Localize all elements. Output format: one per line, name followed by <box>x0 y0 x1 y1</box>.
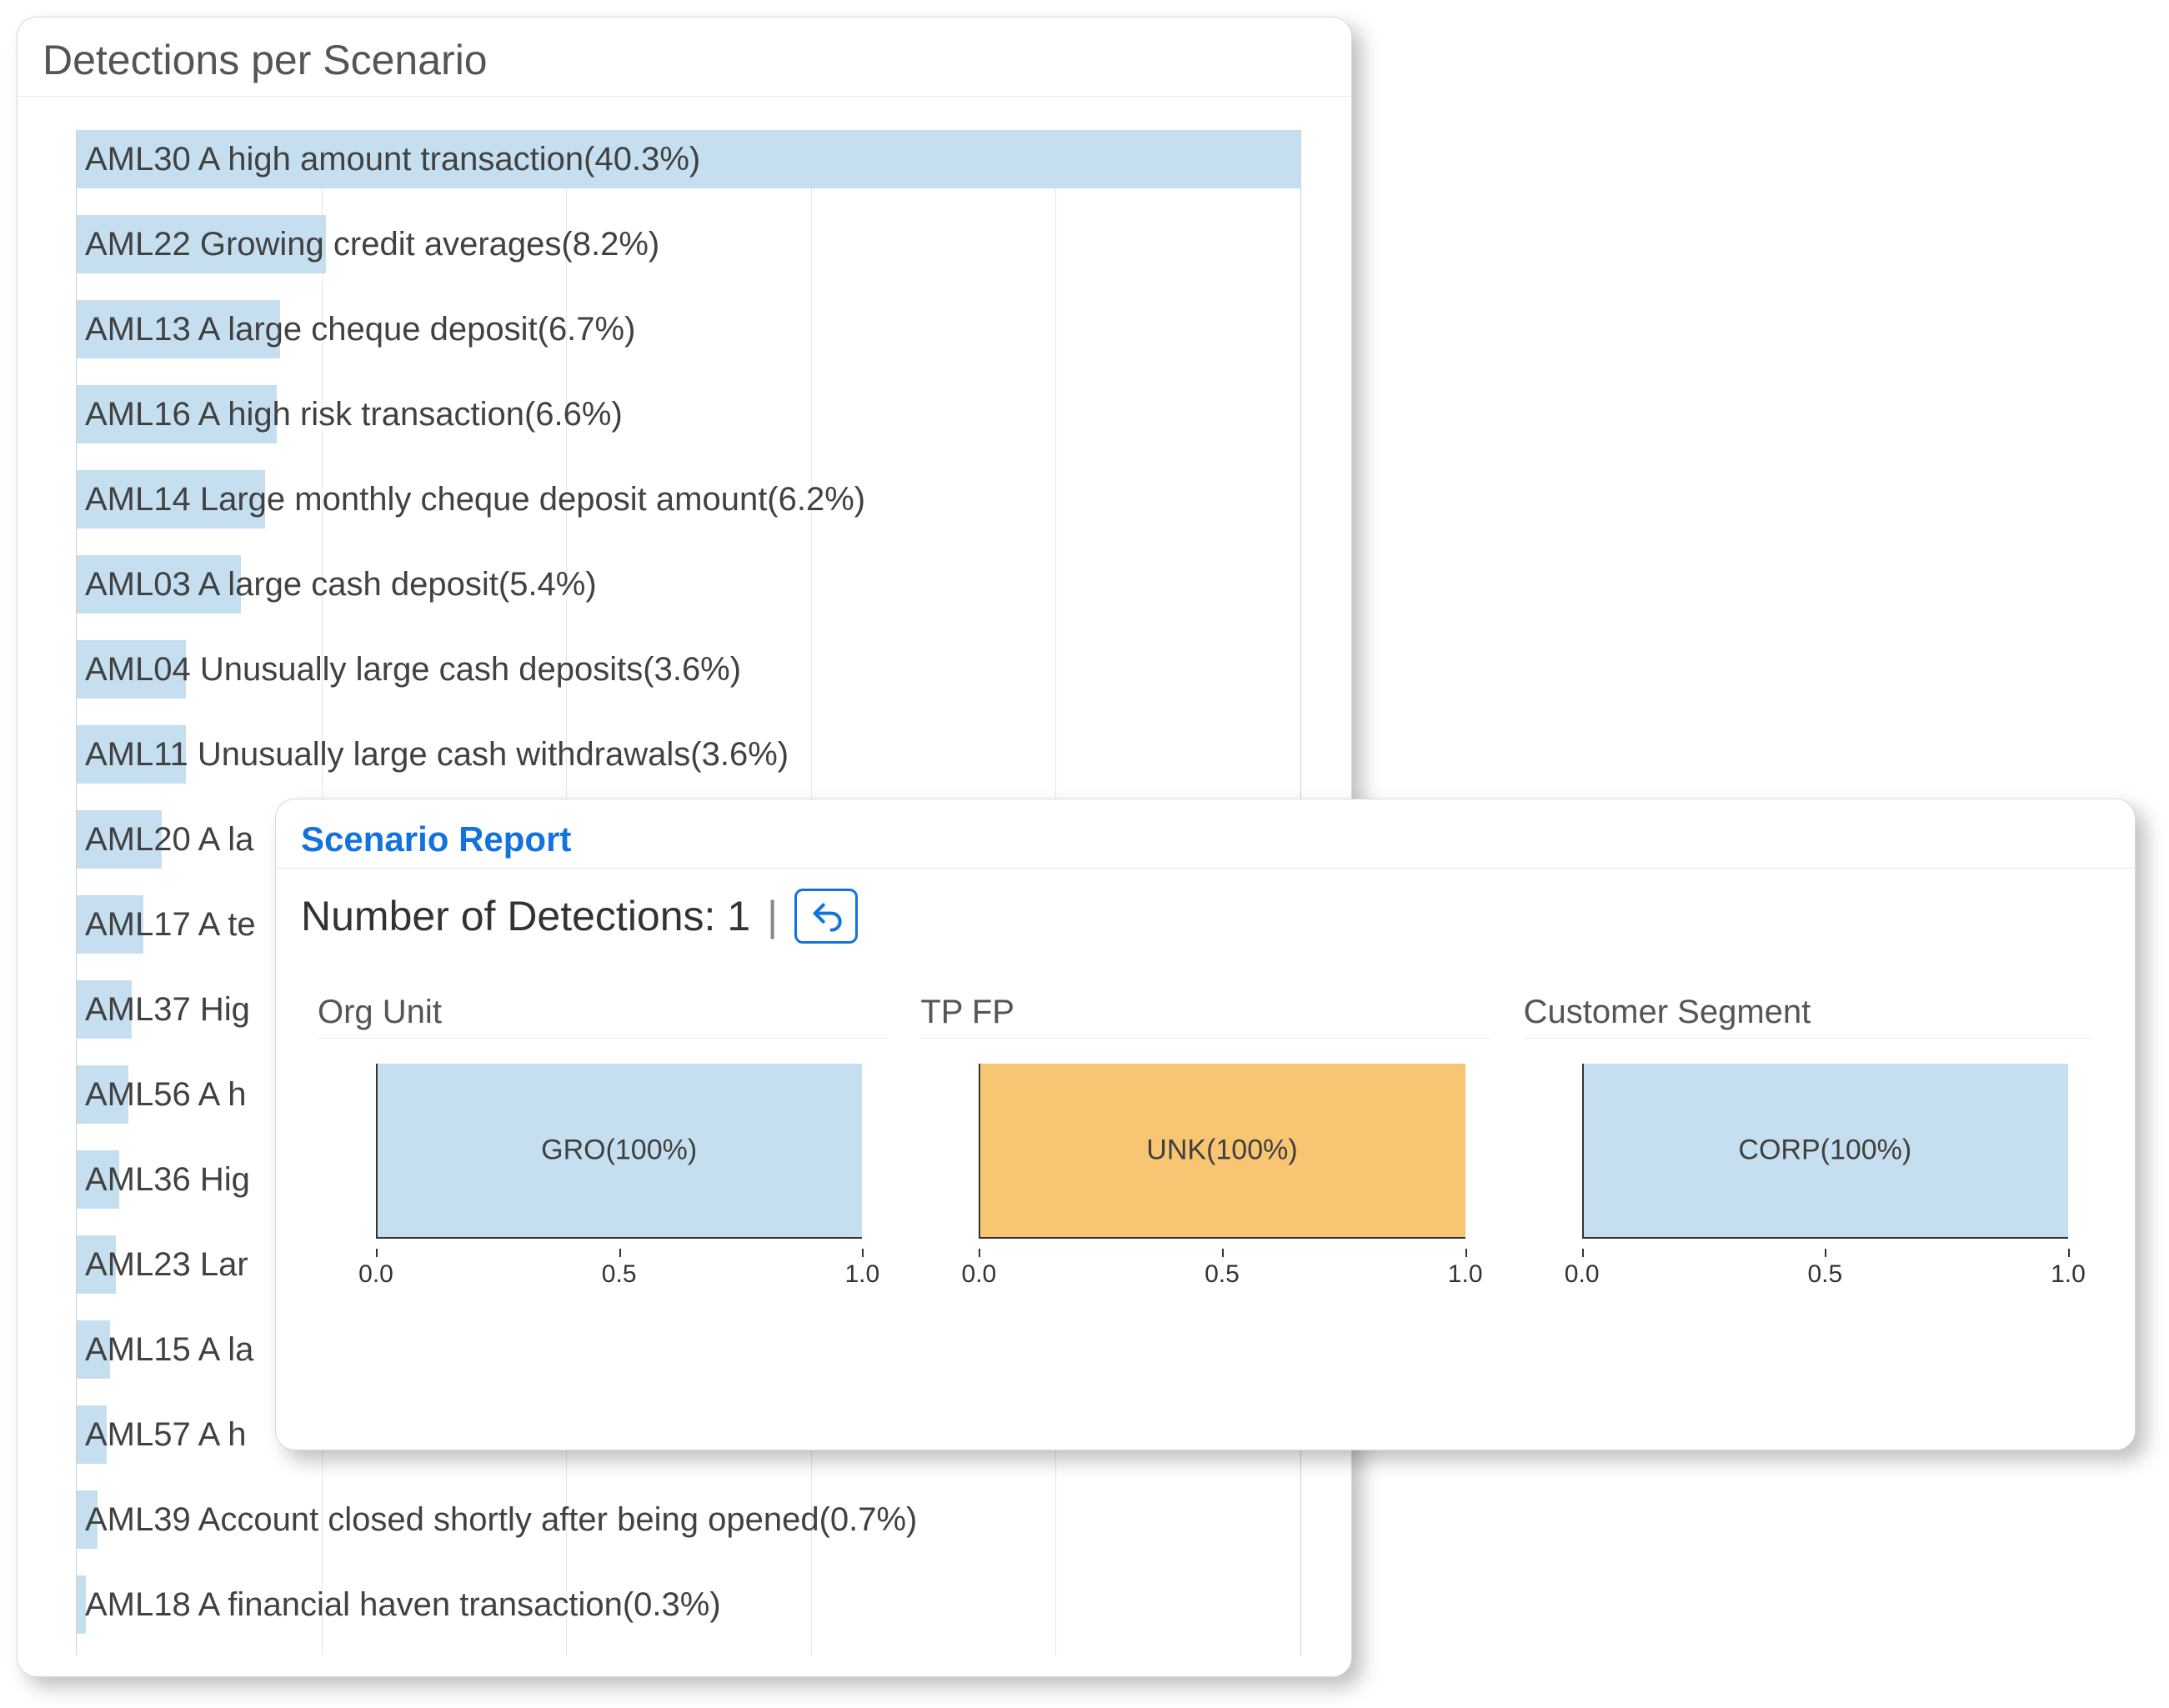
mini-chart-plot[interactable]: CORP(100%)0.00.51.0 <box>1524 1064 2093 1280</box>
detections-bar-label: AML56 A h <box>85 1065 246 1124</box>
mini-chart-plot[interactable]: GRO(100%)0.00.51.0 <box>318 1064 887 1280</box>
detections-bar-label: AML11 Unusually large cash withdrawals(3… <box>85 725 789 784</box>
mini-chart-bar[interactable]: CORP(100%) <box>1582 1064 2068 1237</box>
scenario-report-title: Scenario Report <box>276 799 2135 869</box>
mini-chart-tick-label: 0.0 <box>1565 1260 1600 1289</box>
back-button[interactable] <box>794 889 858 944</box>
mini-chart-bar-label: UNK(100%) <box>1146 1134 1297 1167</box>
mini-chart-bar-label: CORP(100%) <box>1738 1134 1911 1167</box>
mini-chart: TP FP UNK(100%)0.00.51.0 <box>920 994 1490 1280</box>
detections-bar-label: AML15 A la <box>85 1320 253 1379</box>
detections-bar-label: AML18 A financial haven transaction(0.3%… <box>85 1575 721 1634</box>
mini-chart-tick-label: 0.0 <box>961 1260 996 1289</box>
detections-bar-label: AML20 A la <box>85 810 253 869</box>
detections-bar-label: AML30 A high amount transaction(40.3%) <box>85 130 700 188</box>
mini-chart-title: Org Unit <box>318 994 887 1039</box>
mini-chart-tick-label: 0.0 <box>358 1260 393 1289</box>
detections-bar-label: AML04 Unusually large cash deposits(3.6%… <box>85 640 741 699</box>
detections-bar-label: AML22 Growing credit averages(8.2%) <box>85 215 659 273</box>
mini-chart-title: TP FP <box>920 994 1490 1039</box>
mini-chart-tick-label: 0.5 <box>1205 1260 1240 1289</box>
mini-chart: Customer Segment CORP(100%)0.00.51.0 <box>1524 994 2093 1280</box>
detections-bar-label: AML14 Large monthly cheque deposit amoun… <box>85 470 865 528</box>
detections-bar-label: AML23 Lar <box>85 1235 248 1294</box>
mini-chart-title: Customer Segment <box>1524 994 2093 1039</box>
mini-chart-bar[interactable]: UNK(100%) <box>979 1064 1465 1237</box>
mini-chart-tick-label: 1.0 <box>1448 1260 1483 1289</box>
detections-bar-label: AML16 A high risk transaction(6.6%) <box>85 385 623 443</box>
scenario-mini-charts-row: Org UnitGRO(100%)0.00.51.0TP FPUNK(100%)… <box>276 952 2135 1297</box>
detections-bar-label: AML37 Hig <box>85 980 250 1039</box>
scenario-report-subhead: Number of Detections: 1 | <box>276 869 2135 952</box>
mini-chart: Org Unit GRO(100%)0.00.51.0 <box>318 994 887 1280</box>
scenario-report-card: Scenario Report Number of Detections: 1 … <box>275 799 2136 1450</box>
detections-bar-label: AML36 Hig <box>85 1150 250 1209</box>
mini-chart-tick-label: 1.0 <box>844 1260 879 1289</box>
mini-chart-bar[interactable]: GRO(100%) <box>376 1064 862 1237</box>
undo-arrow-icon <box>809 899 843 933</box>
mini-chart-bar-label: GRO(100%) <box>541 1134 697 1167</box>
detections-bar-label: AML03 A large cash deposit(5.4%) <box>85 555 597 614</box>
detections-bar-label: AML17 A te <box>85 895 256 954</box>
mini-chart-tick-label: 0.5 <box>602 1260 637 1289</box>
separator: | <box>767 892 778 940</box>
detections-count-label: Number of Detections: 1 <box>301 892 750 940</box>
mini-chart-tick-label: 0.5 <box>1807 1260 1842 1289</box>
detections-title: Detections per Scenario <box>18 18 1351 97</box>
mini-chart-tick-label: 1.0 <box>2051 1260 2086 1289</box>
detections-bar-label: AML57 A h <box>85 1405 246 1464</box>
mini-chart-plot[interactable]: UNK(100%)0.00.51.0 <box>920 1064 1490 1280</box>
detections-bar-label: AML13 A large cheque deposit(6.7%) <box>85 300 635 358</box>
detections-bar-label: AML39 Account closed shortly after being… <box>85 1490 917 1549</box>
